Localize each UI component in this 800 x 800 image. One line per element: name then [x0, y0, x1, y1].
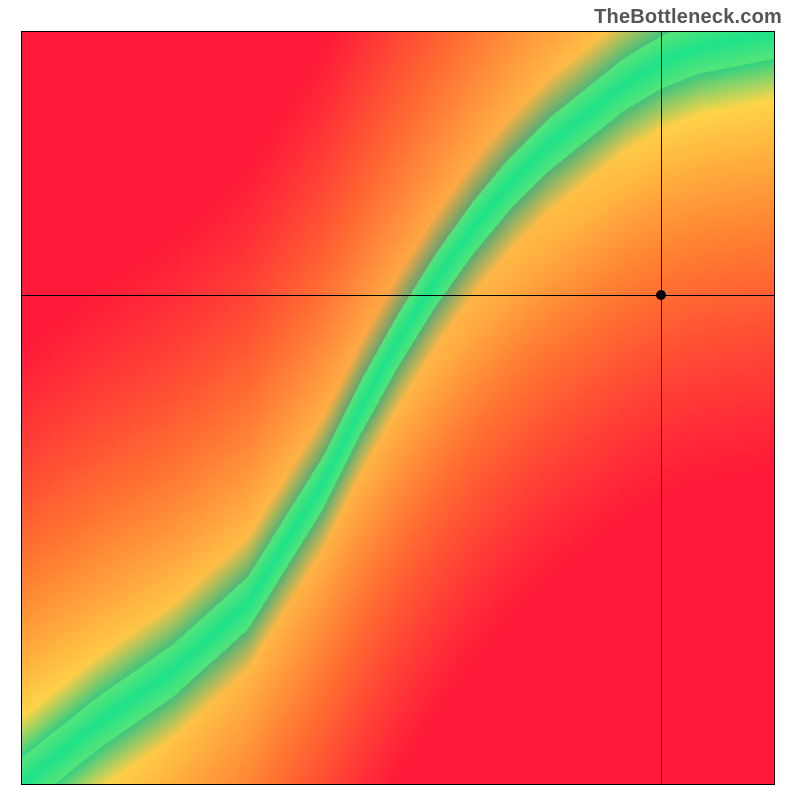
bottleneck-heatmap-frame: [22, 32, 774, 784]
watermark-text: TheBottleneck.com: [594, 6, 782, 29]
bottleneck-heatmap[interactable]: [22, 32, 774, 784]
